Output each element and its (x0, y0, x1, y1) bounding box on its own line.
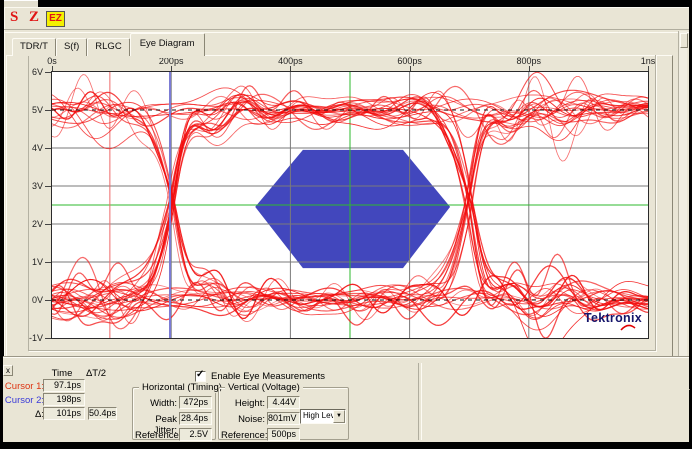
cursor1-time-field[interactable]: 97.1ps (43, 379, 85, 392)
v-reference-field[interactable]: 500ps (267, 428, 300, 441)
cursor2-label: Cursor 2: (4, 395, 44, 406)
y-tick-mark (45, 224, 52, 225)
y-tick-mark (45, 186, 52, 187)
y-tick-label: -1V (16, 333, 43, 343)
horizontal-timing-title: Horizontal (Timing) (139, 382, 225, 393)
tektronix-logo: Tektronix (584, 313, 642, 332)
delta-t-half-column-header: ΔT/2 (81, 368, 111, 379)
x-tick-mark (648, 66, 649, 72)
cursor2-time-field[interactable]: 198ps (43, 393, 85, 406)
checkmark-icon: ✓ (196, 369, 204, 380)
x-tick-label: 600ps (385, 56, 435, 66)
tab-bar: TDR/TS(f)RLGCEye Diagram (12, 33, 205, 55)
scrollbar-thumb[interactable] (680, 33, 688, 48)
peak-jitter-field[interactable]: 28.4ps (179, 412, 212, 425)
eye-diagram-canvas[interactable] (52, 72, 648, 338)
noise-label: Noise: (221, 414, 265, 425)
enable-eye-measurements-checkbox[interactable]: ✓ (195, 371, 206, 382)
h-reference-field[interactable]: 2.5V (179, 428, 212, 441)
y-tick-mark (45, 148, 52, 149)
vertical-scrollbar[interactable] (678, 31, 687, 385)
application-window: S Z EZ TDR/TS(f)RLGCEye Diagram 0s 200ps 4… (0, 0, 692, 449)
tab-s-f-[interactable]: S(f) (56, 38, 87, 56)
delta-label: Δ: (4, 409, 44, 420)
height-label: Height: (221, 398, 265, 409)
chevron-down-icon: ▼ (334, 411, 344, 422)
cursor1-label: Cursor 1: (4, 381, 44, 392)
height-field[interactable]: 4.44V (267, 396, 300, 409)
y-tick-label: 5V (16, 105, 43, 115)
y-tick-mark (45, 262, 52, 263)
noise-field[interactable]: 801mV (267, 412, 300, 425)
x-tick-label: 400ps (265, 56, 315, 66)
x-tick-label: 800ps (504, 56, 554, 66)
y-tick-label: 1V (16, 257, 43, 267)
dropdown-button[interactable]: ▼ (333, 410, 345, 423)
width-label: Width: (135, 398, 177, 409)
y-tick-label: 2V (16, 219, 43, 229)
eye-diagram-plot[interactable]: Tektronix (52, 72, 648, 338)
tektronix-logo-text: Tektronix (584, 311, 642, 325)
y-tick-mark (45, 72, 52, 73)
delta-time-field[interactable]: 101ps (43, 407, 85, 420)
h-reference-label: Reference: (135, 430, 177, 441)
panel-close-button[interactable]: x (3, 365, 13, 376)
enable-eye-measurements-label: Enable Eye Measurements (211, 371, 325, 382)
x-tick-label: 0s (27, 56, 77, 66)
measurements-panel: x Time ΔT/2 Cursor 1: 97.1ps Cursor 2: 1… (3, 356, 689, 442)
width-field[interactable]: 472ps (179, 396, 212, 409)
vertical-voltage-group: Vertical (Voltage) Height: 4.44V Noise: … (218, 387, 349, 440)
horizontal-timing-group: Horizontal (Timing) Width: 472ps Peak Ji… (132, 387, 216, 440)
panel-divider (418, 363, 422, 440)
y-tick-label: 6V (16, 67, 43, 77)
s-tool-icon[interactable]: S (10, 9, 18, 26)
z-tool-icon[interactable]: Z (29, 9, 39, 26)
y-tick-mark (45, 110, 52, 111)
y-tick-mark (45, 300, 52, 301)
time-column-header: Time (47, 368, 77, 379)
y-tick-label: 4V (16, 143, 43, 153)
y-tick-mark (45, 338, 52, 339)
vertical-voltage-title: Vertical (Voltage) (225, 382, 303, 393)
y-tick-label: 0V (16, 295, 43, 305)
mask-hexagon (255, 150, 450, 268)
noise-level-select[interactable]: High Level ▼ (300, 409, 346, 424)
ez-tool-icon[interactable]: EZ (46, 11, 65, 27)
tab-rlgc[interactable]: RLGC (87, 38, 129, 56)
delta-half-field[interactable]: 50.4ps (88, 407, 117, 420)
tab-eye-diagram[interactable]: Eye Diagram (130, 33, 205, 56)
x-tick-label: 1ns (623, 56, 673, 66)
v-reference-label: Reference: (221, 430, 265, 441)
x-tick-label: 200ps (146, 56, 196, 66)
y-tick-label: 3V (16, 181, 43, 191)
tab-tdr-t[interactable]: TDR/T (12, 38, 56, 56)
